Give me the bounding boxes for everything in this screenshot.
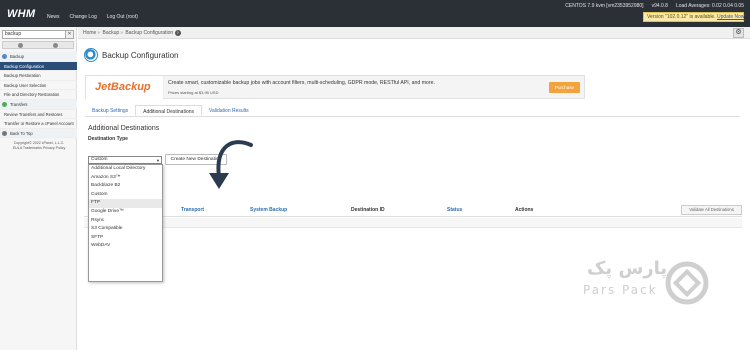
col-system-backup[interactable]: System Backup [250,207,287,213]
col-actions: Actions [515,207,534,213]
backup-config-icon [84,48,98,62]
version-info: v94.0.8 [651,3,668,9]
tab-additional-destinations[interactable]: Additional Destinations [135,105,203,116]
jetbackup-logo: JetBackup [86,76,164,100]
parspack-logo [665,261,709,305]
sidebar-menu: Backup Backup Configuration Backup Resto… [0,52,77,139]
arrow-up-icon [2,131,7,137]
watermark-fa: پارس پک [587,258,668,279]
sidebar-category-backup[interactable]: Backup [0,52,77,62]
tab-backup-settings[interactable]: Backup Settings [85,105,135,116]
update-now-link[interactable]: Update Now [717,14,745,20]
transfers-icon [2,102,7,108]
option-sftp[interactable]: SFTP [89,234,162,243]
main-content: Home» Backup» Backup Configuration ? ⚙ B… [78,27,750,350]
banner-price: Prices starting at $3.95 USD [168,90,219,95]
sidebar-footer: Copyright© 2022 cPanel, L.L.C. EULA Trad… [4,141,74,151]
option-backblaze-b2[interactable]: Backblaze B2 [89,182,162,191]
page-header: Backup Configuration [84,48,179,62]
top-bar: WHM News Change Log Log Out (root) CENTO… [0,0,750,27]
col-destination-id: Destination ID [351,207,385,213]
whm-logo[interactable]: WHM [7,8,35,20]
sidebar-category-transfers[interactable]: Transfers [0,99,77,110]
breadcrumb-current: Backup Configuration [125,30,174,36]
option-custom[interactable]: Custom [89,191,162,200]
help-icon[interactable]: ? [174,29,181,36]
collapse-icon[interactable] [53,42,58,48]
close-icon[interactable]: ✕ [65,31,73,38]
destination-type-dropdown: Additional Local Directory Amazon S3™ Ba… [88,164,163,282]
tab-validation-results[interactable]: Validation Results [202,105,256,116]
os-info: CENTOS 7.9 kvm [vm2353952980] [565,3,644,9]
expand-icon[interactable] [18,42,23,48]
col-status[interactable]: Status [447,207,462,213]
nav-change-log[interactable]: Change Log [70,14,97,20]
sidebar-item-review-transfers[interactable]: Review Transfers and Restores [0,110,77,120]
jetbackup-banner: JetBackup Create smart, customizable bac… [85,75,585,100]
nav-news[interactable]: News [47,14,60,20]
annotation-arrow [209,140,253,189]
breadcrumb-backup[interactable]: Backup [103,30,120,36]
system-info: CENTOS 7.9 kvm [vm2353952980] v94.0.8 Lo… [565,3,744,9]
option-google-drive[interactable]: Google Drive™ [89,208,162,217]
sidebar-back-to-top[interactable]: Back To Top [0,128,77,139]
table-row [84,218,742,228]
option-ftp[interactable]: FTP [89,199,162,208]
validate-all-button[interactable]: Validate All Destinations [681,205,742,215]
option-s3-compatible[interactable]: S3 Compatible [89,225,162,234]
sidebar-item-backup-user-selection[interactable]: Backup User Selection [0,81,77,91]
breadcrumb-home[interactable]: Home [83,30,96,36]
backup-icon [2,54,7,60]
destination-type-select[interactable]: Custom ▼ [88,156,162,164]
page-title: Backup Configuration [102,50,179,60]
col-transport[interactable]: Transport [181,207,204,213]
sidebar-item-backup-configuration[interactable]: Backup Configuration [0,61,77,72]
sidebar-item-label: Back To Top [10,130,33,136]
watermark-en: Pars Pack [583,283,658,297]
search-input[interactable]: backup [2,30,74,39]
select-value: Custom [91,157,108,162]
jetbackup-logo-text: JetBackup [95,81,151,93]
tabs: Backup Settings Additional Destinations … [85,105,740,117]
gear-icon[interactable]: ⚙ [733,28,744,38]
sidebar-item-transfer-restore-account[interactable]: Transfer or Restore a cPanel Account [0,119,77,129]
sidebar-item-label: Backup [10,54,24,59]
option-amazon-s3[interactable]: Amazon S3™ [89,174,162,183]
sidebar-item-label: Transfers [10,101,28,107]
sidebar-tools [2,41,74,49]
load-averages: Load Averages: 0.02 0.04 0.05 [675,3,744,9]
destination-type-label: Destination Type [88,136,128,142]
option-webdav[interactable]: WebDAV [89,242,162,251]
breadcrumb: Home» Backup» Backup Configuration ? [78,27,750,39]
update-notice: Version "102.0.12" is available. Update … [643,12,745,22]
footer-links[interactable]: EULA Trademarks Privacy Policy [4,146,74,151]
destinations-table-header: Transport System Backup Destination ID S… [84,205,742,217]
update-notice-text: Version "102.0.12" is available. [647,14,716,20]
section-title: Additional Destinations [88,125,160,132]
sidebar: backup ✕ Backup Backup Configuration Bac… [0,27,77,350]
sidebar-item-file-restoration[interactable]: File and Directory Restoration [0,90,77,100]
option-additional-local-directory[interactable]: Additional Local Directory [89,165,162,174]
purchase-button[interactable]: Purchase [549,82,580,93]
top-nav: News Change Log Log Out (root) [47,14,138,20]
option-rsync[interactable]: Rsync [89,217,162,226]
banner-text: Create smart, customizable backup jobs w… [168,80,435,86]
nav-logout[interactable]: Log Out (root) [107,14,138,20]
sidebar-item-backup-restoration[interactable]: Backup Restoration [0,71,77,81]
